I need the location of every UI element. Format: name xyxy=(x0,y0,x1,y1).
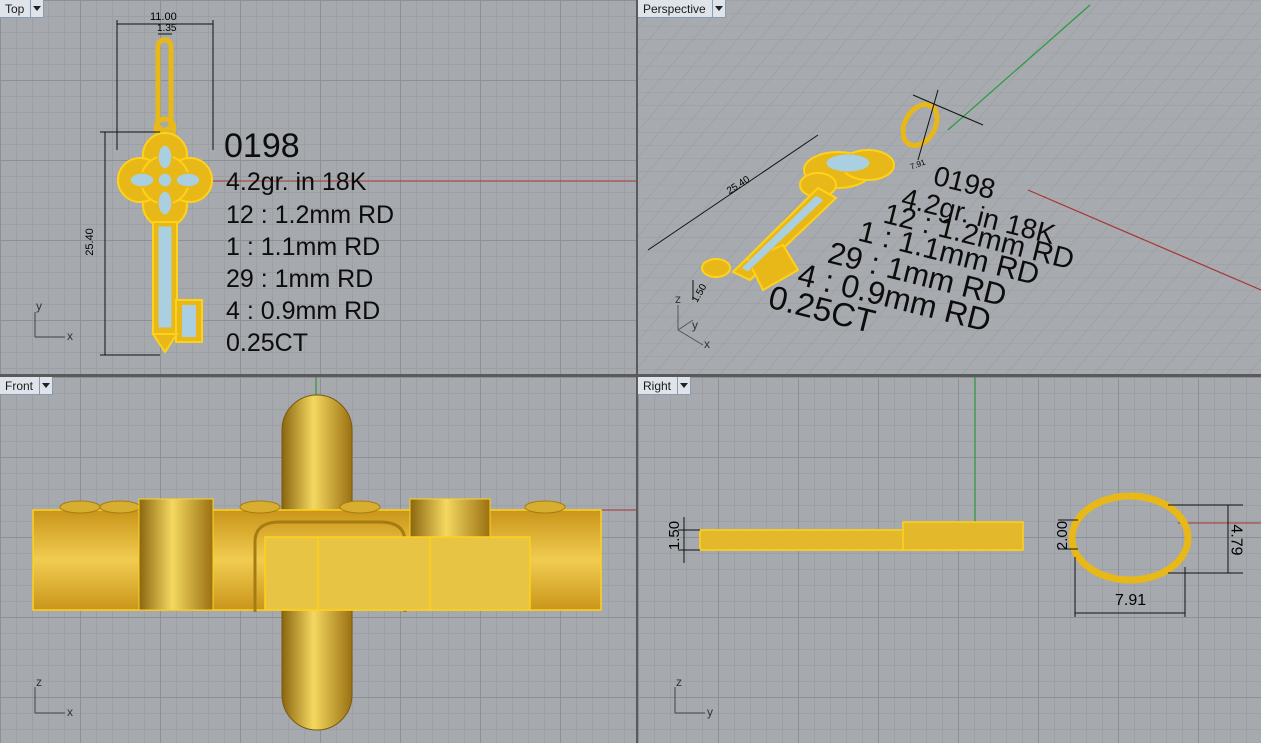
dim-right-ring-h: 4.79 xyxy=(1227,524,1245,556)
viewport-front[interactable]: x z Front xyxy=(0,377,636,743)
dim-top-height: 25.40 xyxy=(83,228,96,256)
axis-y-label: y xyxy=(36,299,42,313)
dim-top-width: 11.00 xyxy=(150,11,177,23)
chevron-down-icon[interactable] xyxy=(39,377,52,394)
front-axis-x: x xyxy=(67,705,73,719)
info-stone-2: 1 : 1.1mm RD xyxy=(226,233,381,261)
tab-right-label: Right xyxy=(643,378,672,393)
dim-right-ring-w: 7.91 xyxy=(1115,592,1147,609)
chevron-down-icon[interactable] xyxy=(711,0,725,17)
viewport-perspective[interactable]: 25.40 1.50 7.91 0198 4.2gr. in 18K 12 : … xyxy=(638,0,1261,374)
info-stone-4: 4 : 0.9mm RD xyxy=(226,297,381,325)
right-axis-y: y xyxy=(707,705,713,719)
right-scene xyxy=(674,377,1261,714)
front-scene xyxy=(32,377,636,731)
tab-front[interactable]: Front xyxy=(0,377,54,395)
front-axis-z: z xyxy=(36,675,42,689)
info-code: 0198 xyxy=(224,127,300,165)
tab-perspective[interactable]: Perspective xyxy=(638,0,726,18)
persp-axis-z: z xyxy=(675,292,681,306)
persp-axis-x: x xyxy=(704,337,710,351)
tab-top-label: Top xyxy=(5,1,25,16)
right-axis-z: z xyxy=(676,675,682,689)
viewport-right[interactable]: 1.50 2.00 4.79 7.91 y z Right xyxy=(638,377,1261,743)
info-carat: 0.25CT xyxy=(226,329,308,357)
persp-axis-y: y xyxy=(692,318,698,332)
tab-right[interactable]: Right xyxy=(638,377,692,395)
tab-perspective-label: Perspective xyxy=(643,1,706,16)
axis-x-label: x xyxy=(67,329,73,343)
chevron-down-icon[interactable] xyxy=(677,377,690,394)
dim-right-bail: 2.00 xyxy=(1054,520,1072,551)
info-weight: 4.2gr. in 18K xyxy=(226,168,367,196)
tab-top[interactable]: Top xyxy=(0,0,45,18)
info-stone-1: 12 : 1.2mm RD xyxy=(226,201,395,229)
info-stone-3: 29 : 1mm RD xyxy=(226,265,374,293)
tab-front-label: Front xyxy=(5,378,34,393)
dim-right-thick: 1.50 xyxy=(666,520,684,551)
viewport-top[interactable]: 11.00 1.35 25.40 0198 4.2gr. in 18K 12 :… xyxy=(0,0,636,374)
dim-top-bail: 1.35 xyxy=(157,23,177,34)
chevron-down-icon[interactable] xyxy=(30,0,43,17)
